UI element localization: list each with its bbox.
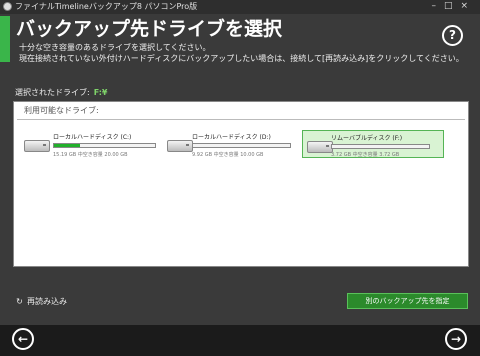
drive-name: ローカルハードディスク (C:)	[53, 134, 132, 141]
help-button[interactable]: ?	[442, 25, 463, 46]
hard-drive-icon	[167, 140, 193, 152]
window-title: ファイナルTimelineバックアップ8 パソコンPro版	[15, 2, 198, 11]
hard-drive-icon	[24, 140, 50, 152]
available-drives-panel: 利用可能なドライブ: ローカルハードディスク (C:) 15.19 GB 中空き…	[13, 101, 469, 267]
selected-drive-row: 選択されたドライブ: F:¥	[15, 87, 108, 98]
drive-name: リムーバブルディスク (F:)	[331, 135, 403, 142]
other-destination-button[interactable]: 別のバックアップ先を指定	[347, 293, 468, 309]
selected-drive-value: F:¥	[93, 88, 108, 97]
bottom-nav-bar: ← →	[0, 325, 480, 356]
reload-label: 再読み込み	[27, 297, 67, 306]
drive-usage-bar	[53, 143, 156, 148]
accent-bar	[0, 16, 10, 62]
drive-name: ローカルハードディスク (D:)	[192, 134, 271, 141]
window-controls[interactable]: –□×	[431, 1, 476, 11]
reload-link[interactable]: ↻ 再読み込み	[15, 296, 67, 307]
drive-space-text: 3.72 GB 中空き容量 3.72 GB	[331, 152, 400, 158]
drive-item-f[interactable]: リムーバブルディスク (F:) 3.72 GB 中空き容量 3.72 GB	[302, 130, 444, 158]
drive-item-d[interactable]: ローカルハードディスク (D:) 9.92 GB 中空き容量 10.00 GB	[162, 130, 296, 158]
drive-usage-bar	[192, 143, 291, 148]
panel-divider	[17, 119, 465, 120]
title-bar: ファイナルTimelineバックアップ8 パソコンPro版 –□×	[0, 0, 480, 14]
drive-usage-fill	[54, 144, 81, 147]
removable-drive-icon	[307, 141, 333, 153]
app-icon	[3, 2, 12, 11]
description-line-1: 十分な空き容量のあるドライブを選択してください。	[19, 43, 211, 52]
refresh-icon: ↻	[16, 297, 23, 306]
selected-drive-label: 選択されたドライブ:	[15, 88, 90, 97]
next-arrow-icon[interactable]: →	[445, 328, 467, 350]
drive-space-text: 15.19 GB 中空き容量 20.00 GB	[53, 152, 128, 158]
description-line-2: 現在接続されていない外付けハードディスクにバックアップしたい場合は、接続して[再…	[19, 54, 464, 63]
panel-title: 利用可能なドライブ:	[24, 106, 99, 115]
drive-usage-bar	[331, 144, 430, 149]
drive-space-text: 9.92 GB 中空き容量 10.00 GB	[192, 152, 264, 158]
drive-item-c[interactable]: ローカルハードディスク (C:) 15.19 GB 中空き容量 20.00 GB	[18, 130, 168, 158]
back-arrow-icon[interactable]: ←	[12, 328, 34, 350]
page-title: バックアップ先ドライブを選択	[16, 18, 283, 40]
